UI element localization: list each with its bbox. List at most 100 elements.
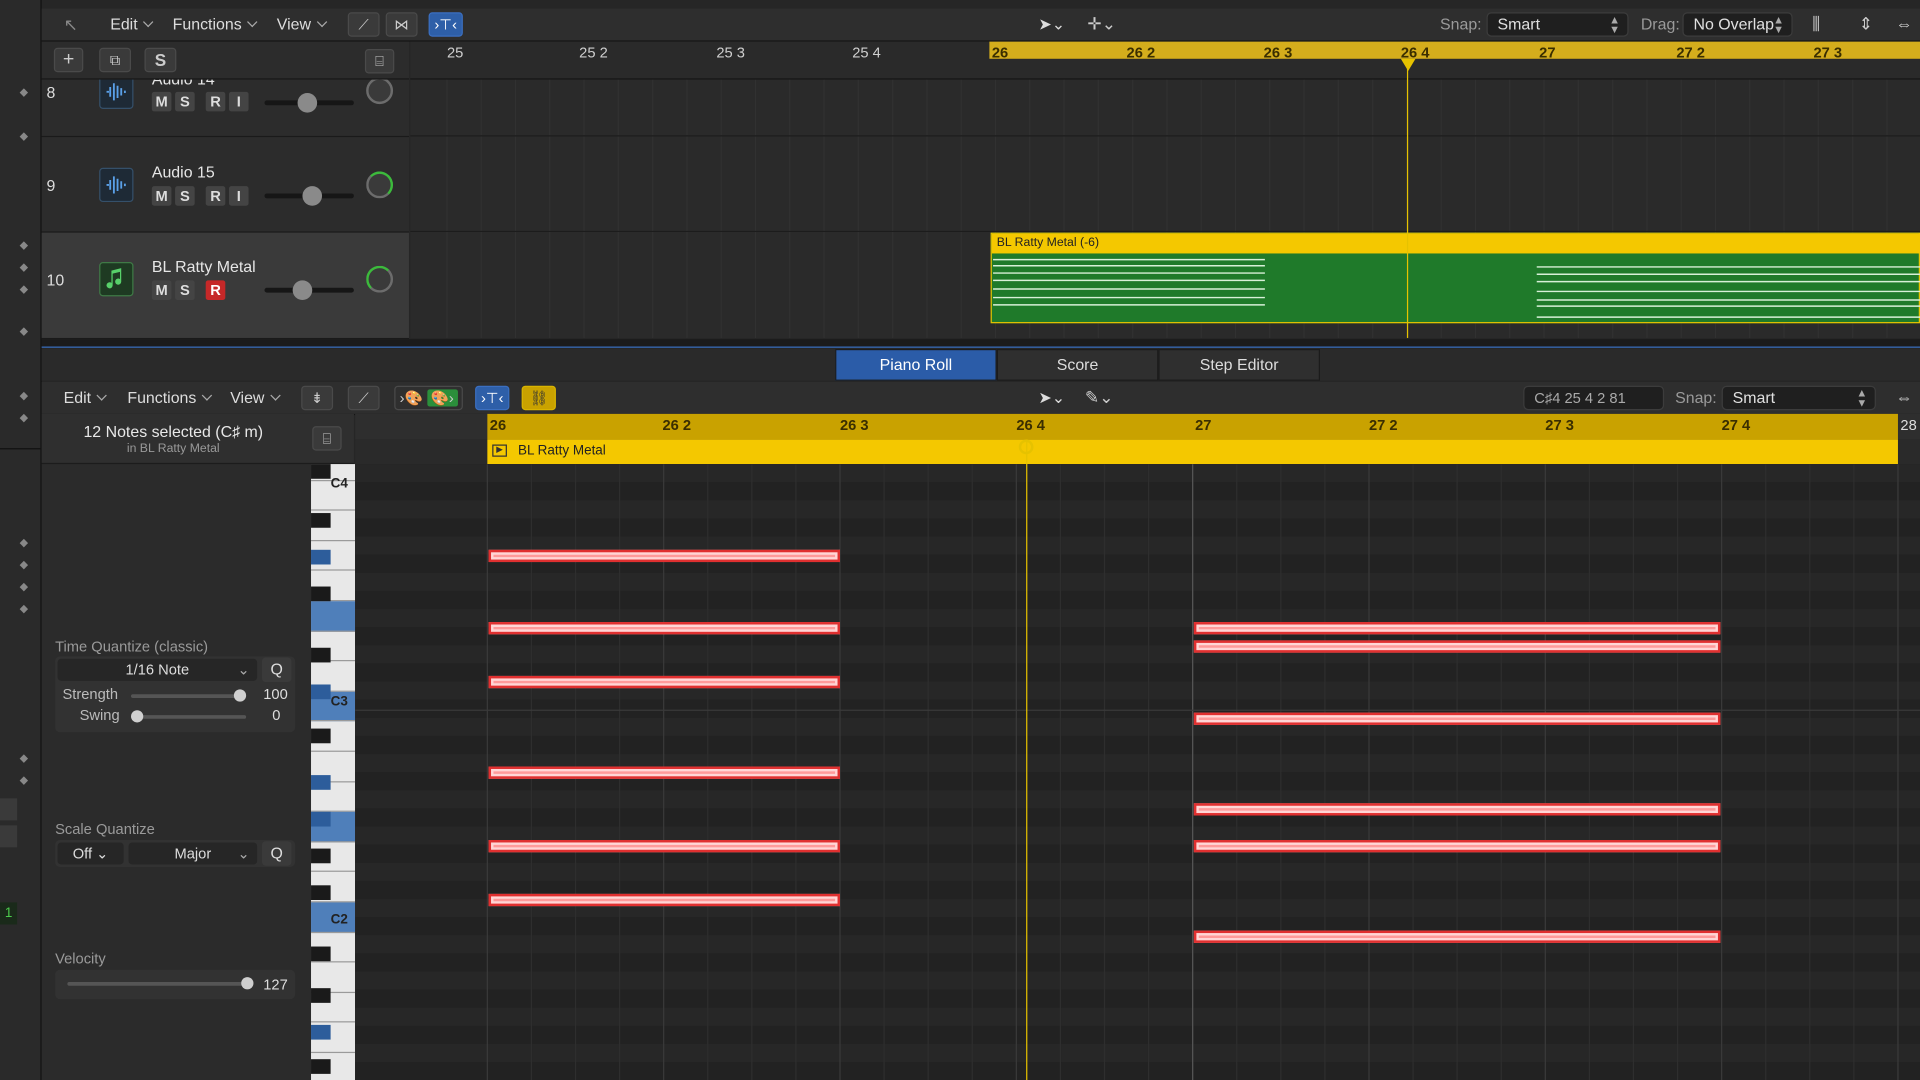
tab-score[interactable]: Score	[996, 348, 1159, 381]
volume-fader[interactable]	[264, 280, 354, 301]
black-key[interactable]	[311, 464, 331, 479]
automation-curve-icon[interactable]: ⟋	[347, 12, 380, 37]
time-quantize-select[interactable]: 1/16 Note ⌄	[57, 658, 258, 681]
add-track-button[interactable]: +	[53, 47, 84, 73]
volume-fader[interactable]	[264, 93, 354, 113]
stepper-icon[interactable]: ◆	[20, 130, 28, 143]
stepper-icon[interactable]: ◆	[20, 558, 28, 571]
black-key[interactable]	[311, 513, 331, 528]
track-name[interactable]: Audio 15	[152, 163, 215, 181]
stepper-icon[interactable]: ◆	[20, 283, 28, 296]
stepper-icon[interactable]: ◆	[20, 602, 28, 615]
black-key[interactable]	[311, 684, 331, 700]
stepper-icon[interactable]: ◆	[20, 536, 28, 549]
midi-note[interactable]	[488, 840, 841, 853]
swing-slider[interactable]	[131, 710, 247, 723]
slider-knob[interactable]	[233, 689, 247, 702]
catch-playhead-icon[interactable]: ›⊤‹	[428, 12, 463, 37]
tracks-view-menu[interactable]: View	[277, 15, 326, 33]
input-monitor-button[interactable]: I	[228, 91, 249, 112]
track-header-8[interactable]: 8 Audio 14 M S R I	[41, 79, 409, 138]
solo-button[interactable]: S	[175, 91, 195, 112]
midi-note[interactable]	[1193, 640, 1721, 653]
record-enable-button[interactable]: R	[205, 186, 226, 206]
editor-playhead[interactable]	[1026, 439, 1028, 1080]
editor-edit-menu[interactable]: Edit	[64, 388, 106, 406]
inspector-options-icon[interactable]: ⌸	[312, 426, 342, 451]
duplicate-track-icon[interactable]: ⧉	[99, 47, 132, 73]
snap-select[interactable]: Smart ▲ ▼	[1486, 12, 1629, 37]
mute-button[interactable]: M	[151, 186, 172, 206]
midi-region[interactable]: BL Ratty Metal (-6)	[990, 232, 1920, 324]
black-key[interactable]	[311, 946, 331, 962]
black-key[interactable]	[311, 1059, 331, 1074]
flex-icon[interactable]: ⋈	[385, 12, 418, 37]
midi-note[interactable]	[488, 622, 841, 635]
tracks-functions-menu[interactable]: Functions	[173, 15, 257, 33]
black-key[interactable]	[311, 728, 331, 744]
midi-note[interactable]	[1193, 622, 1721, 635]
scale-type-select[interactable]: Major ⌄	[128, 842, 258, 865]
mute-button[interactable]: M	[151, 91, 172, 112]
horizontal-zoom-icon[interactable]: ⇔	[1896, 387, 1913, 407]
tab-step-editor[interactable]: Step Editor	[1158, 348, 1321, 381]
editor-divider[interactable]	[41, 339, 1920, 348]
crosshair-tool-icon[interactable]: ✛⌄	[1087, 13, 1116, 34]
horizontal-zoom-icon[interactable]: ⇔	[1896, 13, 1913, 33]
black-key[interactable]	[311, 988, 331, 1003]
slider-knob[interactable]	[241, 977, 254, 990]
track-header-10[interactable]: 10 BL Ratty Metal M S R	[41, 232, 409, 340]
track-name[interactable]: Audio 14	[152, 80, 215, 89]
scale-quantize-q-button[interactable]: Q	[262, 841, 292, 866]
editor-functions-menu[interactable]: Functions	[127, 388, 211, 406]
input-monitor-button[interactable]: I	[228, 186, 249, 206]
playhead[interactable]	[1406, 61, 1409, 338]
white-key[interactable]	[311, 601, 356, 632]
stepper-icon[interactable]: ◆	[20, 324, 28, 337]
velocity-slider[interactable]	[67, 977, 254, 990]
mute-button[interactable]: M	[151, 280, 172, 301]
time-quantize-q-button[interactable]: Q	[262, 657, 292, 683]
editor-region-bar[interactable]: ▶ BL Ratty Metal	[487, 439, 1898, 465]
midi-note[interactable]	[488, 893, 841, 907]
editor-snap-select[interactable]: Smart ▲ ▼	[1721, 385, 1876, 411]
black-key[interactable]	[311, 1024, 331, 1040]
tracks-ruler[interactable]: 25 25 2 25 3 25 4 26 26 2 26 3 26 4 27 27 2 27 3	[410, 41, 1920, 80]
pencil-tool-icon[interactable]: ✎⌄	[1085, 387, 1114, 408]
stepper-icon[interactable]: ◆	[20, 411, 28, 424]
cycle-region[interactable]	[487, 413, 1898, 440]
pointer-tool-icon[interactable]: ➤⌄	[1038, 15, 1065, 35]
editor-view-menu[interactable]: View	[230, 388, 279, 406]
record-enable-button[interactable]: R	[205, 280, 226, 301]
midi-note[interactable]	[1193, 803, 1721, 816]
fader-knob[interactable]	[297, 93, 318, 113]
global-tracks-button[interactable]: S	[144, 47, 177, 73]
side-control[interactable]	[0, 798, 18, 821]
drag-select[interactable]: No Overlap ▲ ▼	[1682, 12, 1793, 37]
fader-knob[interactable]	[302, 186, 323, 206]
tracks-edit-menu[interactable]: Edit	[110, 15, 152, 33]
stepper-icon[interactable]: ◆	[20, 774, 28, 787]
midi-in-out-icon[interactable]: ›🎨 🎨›	[394, 385, 463, 411]
editor-ruler[interactable]: 26 26 2 26 3 26 4 27 27 2 27 3 27 4 28	[355, 413, 1920, 441]
midi-note[interactable]	[488, 766, 841, 779]
stepper-icon[interactable]: ◆	[20, 86, 28, 99]
solo-button[interactable]: S	[175, 186, 195, 206]
black-key[interactable]	[311, 848, 331, 864]
region-play-icon[interactable]: ▶	[492, 444, 507, 457]
black-key[interactable]	[311, 586, 331, 602]
midi-note[interactable]	[488, 675, 841, 689]
scale-root-select[interactable]: Off ⌄	[57, 842, 124, 865]
pan-knob[interactable]	[366, 171, 394, 199]
playhead-handle-icon[interactable]	[1018, 439, 1034, 455]
solo-button[interactable]: S	[175, 280, 195, 301]
side-control[interactable]	[0, 825, 18, 848]
midi-note[interactable]	[1193, 930, 1721, 943]
stepper-icon[interactable]: ◆	[20, 261, 28, 274]
midi-note[interactable]	[1193, 840, 1721, 853]
volume-fader[interactable]	[264, 186, 354, 206]
waveform-zoom-icon[interactable]: ⫼	[1812, 13, 1820, 34]
black-key[interactable]	[311, 549, 331, 565]
piano-keyboard[interactable]: C4 C3 C2	[311, 464, 356, 1080]
midi-note[interactable]	[488, 549, 841, 563]
